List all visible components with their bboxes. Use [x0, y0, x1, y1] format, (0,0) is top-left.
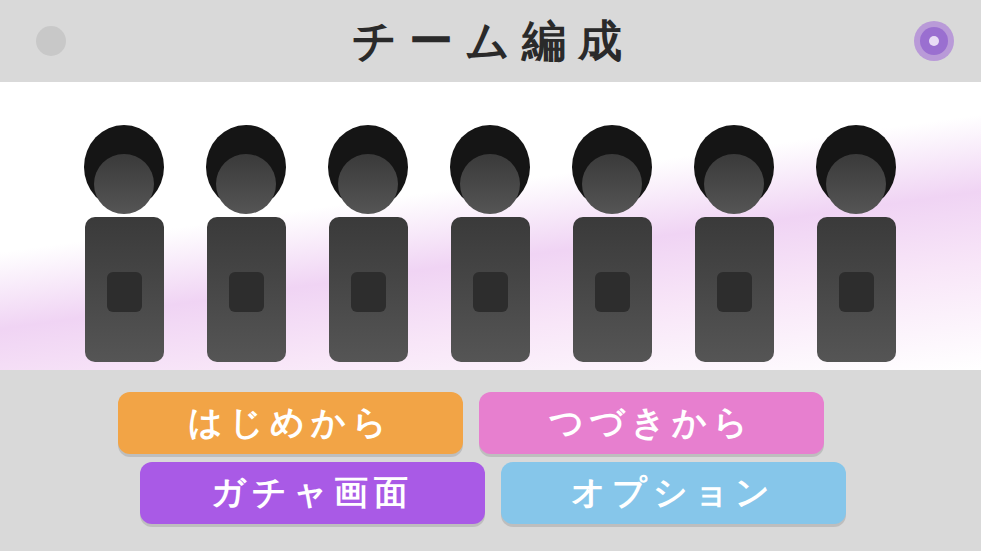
character-slot[interactable]	[443, 112, 538, 362]
character-silhouette-icon	[443, 112, 538, 362]
menu-button[interactable]: はじめから	[118, 392, 463, 454]
character-silhouette-icon	[565, 112, 660, 362]
character-silhouette-icon	[687, 112, 782, 362]
character-silhouette-icon	[77, 112, 172, 362]
character-slot[interactable]	[687, 112, 782, 362]
menu-button[interactable]: つづきから	[479, 392, 824, 454]
button-menu: はじめからつづきからガチャ画面オプション	[0, 370, 981, 551]
menu-icon	[912, 19, 956, 63]
button-row: ガチャ画面オプション	[135, 462, 846, 524]
screen-title: チーム編成	[352, 12, 634, 71]
character-slot[interactable]	[321, 112, 416, 362]
menu-button[interactable]: オプション	[501, 462, 846, 524]
character-slot[interactable]	[77, 112, 172, 362]
character-slot[interactable]	[199, 112, 294, 362]
character-silhouette-icon	[199, 112, 294, 362]
back-button[interactable]	[26, 24, 76, 58]
character-slot[interactable]	[565, 112, 660, 362]
button-row: はじめからつづきから	[118, 392, 864, 454]
character-silhouette-icon	[321, 112, 416, 362]
character-stage	[0, 82, 981, 370]
header: チーム編成	[0, 0, 981, 82]
game-screen: チーム編成 はじめからつづきからガチャ画面オプション	[0, 0, 981, 551]
back-icon	[34, 24, 68, 58]
character-silhouette-icon	[809, 112, 904, 362]
menu-button[interactable]: ガチャ画面	[140, 462, 485, 524]
character-slot[interactable]	[809, 112, 904, 362]
menu-button[interactable]	[909, 19, 959, 63]
